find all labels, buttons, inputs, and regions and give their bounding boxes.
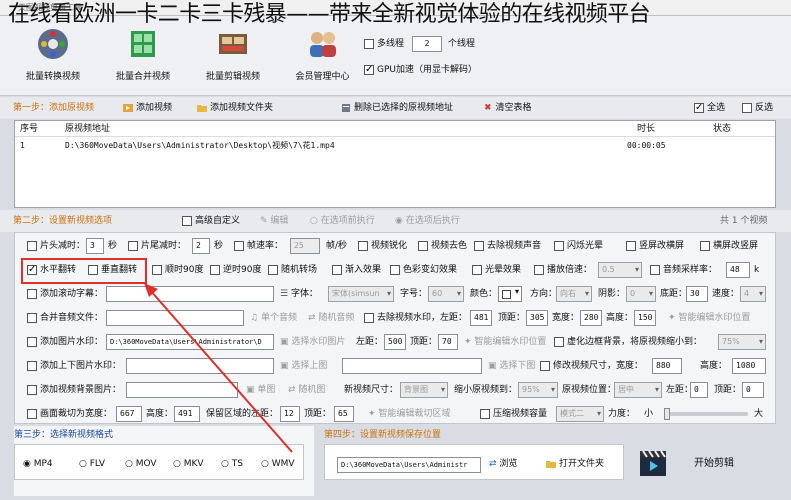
annotation-arrow-icon: [144, 283, 293, 453]
overlay-title: 在线看欧洲一卡二卡三卡残暴——带来全新视觉体验的在线视频平台: [8, 2, 651, 27]
